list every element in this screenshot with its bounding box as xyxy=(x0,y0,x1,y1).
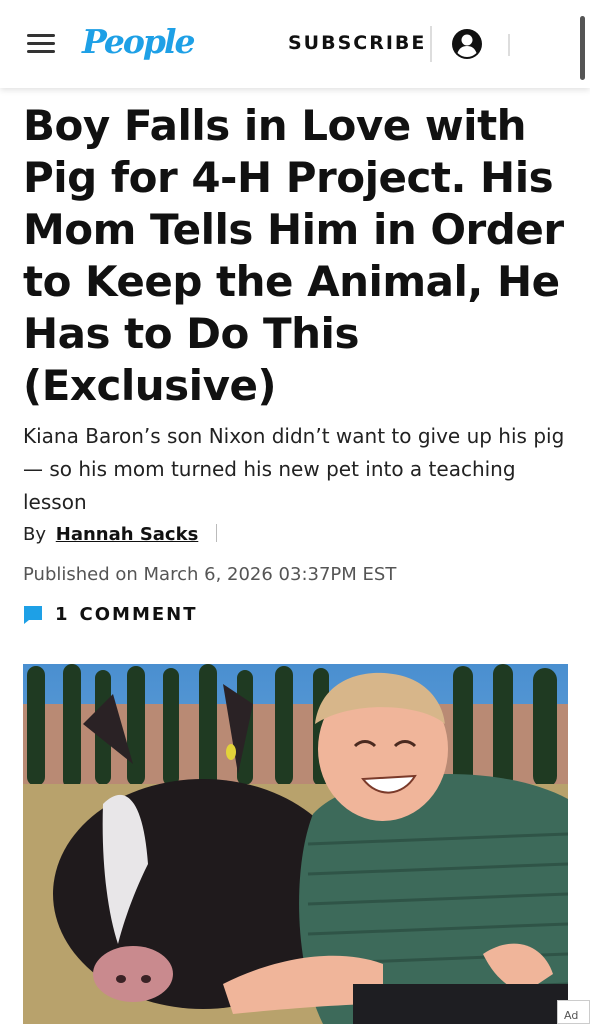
byline: By Hannah Sacks xyxy=(23,524,218,545)
by-label: By xyxy=(23,524,47,545)
author-link[interactable]: Hannah Sacks xyxy=(56,524,199,545)
people-logo[interactable]: People xyxy=(82,22,196,61)
article-hero-image xyxy=(23,664,568,1024)
comment-label: COMMENT xyxy=(79,604,198,625)
ad-label[interactable]: Ad xyxy=(557,1000,590,1024)
header-divider-right xyxy=(508,34,510,56)
comments-link[interactable]: 1 COMMENT xyxy=(23,604,198,625)
byline-divider xyxy=(216,524,218,542)
article-dek: Kiana Baron’s son Nixon didn’t want to g… xyxy=(23,424,565,514)
comment-count: 1 xyxy=(55,604,70,625)
header-divider xyxy=(430,26,432,62)
site-header: People SUBSCRIBE xyxy=(0,0,590,88)
comment-icon xyxy=(24,605,42,624)
menu-icon[interactable] xyxy=(27,34,55,54)
scrollbar[interactable] xyxy=(580,16,585,80)
subscribe-button[interactable]: SUBSCRIBE xyxy=(288,32,426,54)
published-date: Published on March 6, 2026 03:37PM EST xyxy=(23,564,397,585)
article-headline: Boy Falls in Love with Pig for 4-H Proje… xyxy=(23,101,564,410)
user-icon[interactable] xyxy=(451,28,483,60)
